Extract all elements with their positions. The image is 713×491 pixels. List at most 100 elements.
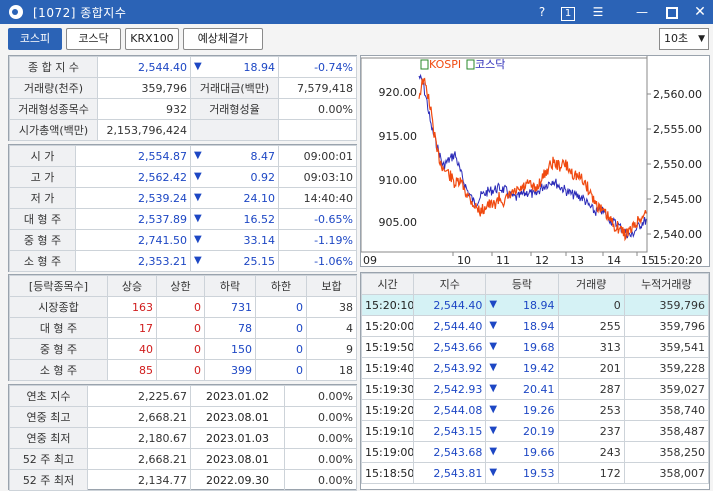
down-arrow-icon: ▼ bbox=[489, 340, 498, 352]
tick-cum-volume: 359,228 bbox=[623, 357, 710, 379]
trade-rate-value: 0.00% bbox=[278, 98, 357, 120]
price-panel: 시 가 2,554.87 ▼ 8.47 09:00:01 고 가 2,562.42 ▼ 0.92… bbox=[8, 144, 357, 272]
price-time: 14:40:40 bbox=[278, 187, 357, 209]
breadth-header: [등락종목수] bbox=[9, 275, 108, 297]
index-chart[interactable]: 920.00 915.00 910.00 905.00 2,560.00 2,555.00… bbox=[360, 55, 710, 267]
table-row[interactable]: 15:19:00 2,543.68 ▼ 19.66 243 358,250 bbox=[360, 441, 710, 463]
one-button[interactable]: 1 bbox=[557, 2, 579, 22]
breadth-lower: 0 bbox=[255, 317, 307, 339]
breadth-flat: 18 bbox=[306, 359, 357, 381]
minimize-icon[interactable]: — bbox=[631, 2, 653, 22]
volume-label: 거래량(천주) bbox=[9, 77, 98, 99]
right-tick-label: 2,560.00 bbox=[653, 88, 702, 101]
table-row[interactable]: 15:20:00 2,544.40 ▼ 18.94 255 359,796 bbox=[360, 315, 710, 337]
yearly-label: 연초 지수 bbox=[9, 385, 88, 407]
breadth-lower: 0 bbox=[255, 338, 307, 360]
menu-icon[interactable]: ☰ bbox=[587, 2, 609, 22]
trade-rate-label: 거래형성율 bbox=[190, 98, 279, 120]
tick-index: 2,544.08 bbox=[413, 399, 487, 421]
left-tick-label: 920.00 bbox=[379, 86, 418, 99]
breadth-header: 보합 bbox=[306, 275, 357, 297]
table-row[interactable]: 15:19:20 2,544.08 ▼ 19.26 253 358,740 bbox=[360, 399, 710, 421]
tick-cum-volume: 358,250 bbox=[623, 441, 710, 463]
tab-expected-price[interactable]: 예상체결가 bbox=[183, 28, 263, 50]
price-value: 2,353.21 bbox=[75, 250, 191, 272]
table-row[interactable]: 15:19:10 2,543.15 ▼ 20.19 237 358,487 bbox=[360, 420, 710, 442]
down-arrow-icon: ▼ bbox=[489, 319, 498, 331]
down-arrow-icon: ▼ bbox=[194, 170, 202, 182]
table-row[interactable]: 15:20:10 2,544.40 ▼ 18.94 0 359,796 bbox=[360, 294, 710, 316]
table-row[interactable]: 15:19:50 2,543.66 ▼ 19.68 313 359,541 bbox=[360, 336, 710, 358]
tick-time: 15:19:40 bbox=[360, 357, 415, 379]
price-value: 2,554.87 bbox=[75, 145, 191, 167]
breadth-header: 하한 bbox=[255, 275, 307, 297]
table-row[interactable]: 15:18:50 2,543.81 ▼ 19.53 172 358,007 bbox=[360, 462, 710, 484]
traded-issues-value: 932 bbox=[97, 98, 191, 120]
close-icon[interactable]: ✕ bbox=[689, 2, 711, 22]
chart-svg: 920.00 915.00 910.00 905.00 2,560.00 2,555.00… bbox=[360, 56, 702, 267]
down-arrow-icon: ▼ bbox=[489, 424, 498, 436]
breadth-label: 시장종합 bbox=[9, 296, 108, 318]
yearly-value: 2,134.77 bbox=[87, 469, 191, 491]
interval-select[interactable]: 10초 ▼ bbox=[659, 28, 709, 50]
down-arrow-icon: ▼ bbox=[489, 466, 498, 478]
tick-change: ▼ 18.94 bbox=[485, 294, 559, 316]
breadth-upper: 0 bbox=[156, 338, 205, 360]
tick-time: 15:19:10 bbox=[360, 420, 415, 442]
price-time: -0.65% bbox=[278, 208, 357, 230]
x-tick-label: 12 bbox=[535, 254, 549, 266]
tick-cum-volume: 358,487 bbox=[623, 420, 710, 442]
yearly-row: 연초 지수 2,225.67 2023.01.02 0.00% bbox=[9, 385, 357, 407]
breadth-header: 하락 bbox=[204, 275, 256, 297]
down-arrow-icon: ▼ bbox=[194, 233, 202, 245]
breadth-flat: 4 bbox=[306, 317, 357, 339]
traded-issues-label: 거래형성종목수 bbox=[9, 98, 98, 120]
yearly-label: 연중 최고 bbox=[9, 406, 88, 428]
x-tick-label: 15:20:20 bbox=[653, 254, 702, 266]
x-tick-label: 11 bbox=[496, 254, 510, 266]
breadth-row: 시장종합 163 0 731 0 38 bbox=[9, 296, 357, 318]
tick-volume: 255 bbox=[557, 315, 625, 337]
help-button[interactable]: ? bbox=[531, 2, 553, 22]
tick-time: 15:19:50 bbox=[360, 336, 415, 358]
price-label: 소 형 주 bbox=[9, 250, 76, 272]
yearly-value: 2,225.67 bbox=[87, 385, 191, 407]
tick-change: ▼ 19.53 bbox=[485, 462, 559, 484]
table-row[interactable]: 15:19:40 2,543.92 ▼ 19.42 201 359,228 bbox=[360, 357, 710, 379]
tick-index: 2,543.92 bbox=[413, 357, 487, 379]
composite-change: ▼ 18.94 bbox=[190, 56, 279, 78]
price-row: 고 가 2,562.42 ▼ 0.92 09:03:10 bbox=[9, 166, 357, 188]
price-row: 시 가 2,554.87 ▼ 8.47 09:00:01 bbox=[9, 145, 357, 167]
tab-krx100[interactable]: KRX100 bbox=[125, 28, 179, 50]
tab-kosdaq[interactable]: 코스닥 bbox=[66, 28, 121, 50]
price-value: 2,562.42 bbox=[75, 166, 191, 188]
right-tick-label: 2,545.00 bbox=[653, 193, 702, 206]
yearly-pct: 0.00% bbox=[284, 406, 357, 428]
market-cap-label: 시가총액(백만) bbox=[9, 119, 98, 141]
yearly-label: 52 주 최고 bbox=[9, 448, 88, 470]
tick-panel: 시간 지수 등락 거래량 누적거래량 15:20:10 2,544.40 ▼ 18.94 0 359… bbox=[360, 272, 710, 490]
breadth-row: 소 형 주 85 0 399 0 18 bbox=[9, 359, 357, 381]
yearly-row: 연중 최고 2,668.21 2023.08.01 0.00% bbox=[9, 406, 357, 428]
tick-index: 2,543.68 bbox=[413, 441, 487, 463]
tick-header: 거래량 bbox=[557, 273, 625, 295]
breadth-panel: [등락종목수] 상승 상한 하락 하한 보합 시장종합 163 0 731 0 38 대 형 주 17 0 7… bbox=[8, 274, 357, 381]
yearly-pct: 0.00% bbox=[284, 427, 357, 449]
tick-volume: 313 bbox=[557, 336, 625, 358]
breadth-down: 150 bbox=[204, 338, 256, 360]
table-row[interactable]: 15:19:30 2,542.93 ▼ 20.41 287 359,027 bbox=[360, 378, 710, 400]
breadth-upper: 0 bbox=[156, 359, 205, 381]
title-bar: [1072] 종합지수 ? 1 ☰ — ✕ bbox=[0, 0, 713, 24]
tick-change: ▼ 19.68 bbox=[485, 336, 559, 358]
price-row: 대 형 주 2,537.89 ▼ 16.52 -0.65% bbox=[9, 208, 357, 230]
breadth-header-row: [등락종목수] 상승 상한 하락 하한 보합 bbox=[9, 275, 357, 297]
tick-cum-volume: 359,541 bbox=[623, 336, 710, 358]
maximize-icon[interactable] bbox=[661, 2, 683, 22]
tick-cum-volume: 359,027 bbox=[623, 378, 710, 400]
tick-volume: 287 bbox=[557, 378, 625, 400]
x-tick-label: 10 bbox=[457, 254, 471, 266]
tab-kospi[interactable]: 코스피 bbox=[8, 28, 62, 50]
app-logo-icon bbox=[9, 5, 23, 19]
tick-cum-volume: 358,740 bbox=[623, 399, 710, 421]
tick-cum-volume: 358,007 bbox=[623, 462, 710, 484]
